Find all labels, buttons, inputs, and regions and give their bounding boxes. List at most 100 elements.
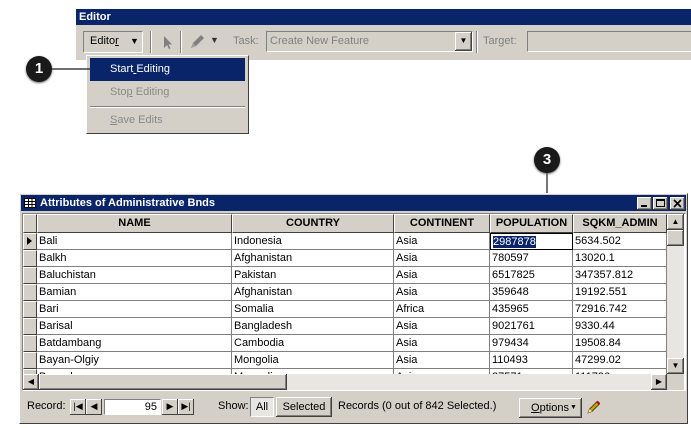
options-button[interactable]: Options ▼ bbox=[519, 398, 582, 418]
row-selector[interactable] bbox=[23, 352, 37, 369]
cell-sqkm-admin[interactable]: 47299.02 bbox=[573, 352, 667, 369]
cell-continent[interactable]: Asia bbox=[394, 318, 490, 335]
next-record-button[interactable]: ▶ bbox=[162, 399, 178, 415]
maximize-button[interactable] bbox=[653, 197, 668, 210]
cell-country[interactable]: Indonesia bbox=[232, 233, 394, 250]
record-number-field[interactable]: 95 bbox=[104, 399, 161, 415]
scroll-thumb-horizontal[interactable] bbox=[39, 374, 287, 390]
scroll-left-button[interactable]: ◀ bbox=[23, 374, 39, 390]
column-header-country[interactable]: COUNTRY bbox=[232, 214, 394, 233]
scroll-thumb-vertical[interactable] bbox=[667, 230, 684, 246]
column-header-sqkm-admin[interactable]: SQKM_ADMIN bbox=[573, 214, 667, 233]
cell-name[interactable]: Bali bbox=[37, 233, 232, 250]
table-row[interactable]: Barisal Bangladesh Asia 9021761 9330.44 bbox=[23, 318, 667, 335]
table-body: Bali Indonesia Asia 2987878 5634.502 Balkh Afg… bbox=[23, 233, 667, 374]
row-selector[interactable] bbox=[23, 233, 37, 250]
table-row[interactable]: Bayan-Olgiy Mongolia Asia 110493 47299.02 bbox=[23, 352, 667, 369]
cell-country[interactable]: Afghanistan bbox=[232, 284, 394, 301]
row-selector[interactable] bbox=[23, 267, 37, 284]
column-header-population[interactable]: POPULATION bbox=[490, 214, 573, 233]
cell-population[interactable]: 6517825 bbox=[490, 267, 573, 284]
show-selected-label: Selected bbox=[282, 401, 326, 413]
table-row[interactable]: Batdambang Cambodia Asia 979434 19508.84 bbox=[23, 335, 667, 352]
current-row-indicator-icon bbox=[27, 237, 32, 245]
show-all-label: All bbox=[255, 401, 269, 413]
cell-population[interactable]: 359648 bbox=[490, 284, 573, 301]
cell-population[interactable]: 2987878 bbox=[490, 233, 573, 250]
scroll-right-button[interactable]: ▶ bbox=[651, 374, 667, 390]
cell-name[interactable]: Batdambang bbox=[37, 335, 232, 352]
attributes-window-title: Attributes of Administrative Bnds bbox=[40, 197, 215, 209]
record-number-value: 95 bbox=[144, 401, 157, 413]
cell-name[interactable]: Bayan-Olgiy bbox=[37, 352, 232, 369]
attributes-window-title-bar[interactable]: Attributes of Administrative Bnds bbox=[21, 195, 686, 211]
cell-population[interactable]: 110493 bbox=[490, 352, 573, 369]
cell-continent[interactable]: Asia bbox=[394, 335, 490, 352]
header-corner[interactable] bbox=[23, 214, 37, 233]
cell-sqkm-admin[interactable]: 19192.551 bbox=[573, 284, 667, 301]
row-selector[interactable] bbox=[23, 250, 37, 267]
cell-sqkm-admin[interactable]: 5634.502 bbox=[573, 233, 667, 250]
minimize-icon bbox=[641, 205, 647, 207]
cell-country[interactable]: Afghanistan bbox=[232, 250, 394, 267]
row-selector[interactable] bbox=[23, 335, 37, 352]
first-record-button[interactable]: |◀ bbox=[70, 399, 86, 415]
cell-population[interactable]: 9021761 bbox=[490, 318, 573, 335]
options-label: Options bbox=[531, 402, 569, 414]
row-selector[interactable] bbox=[23, 301, 37, 318]
record-navigator: |◀ ◀ 95 ▶ ▶| bbox=[70, 399, 210, 415]
cell-continent[interactable]: Asia bbox=[394, 233, 490, 250]
attribute-grid: NAME COUNTRY CONTINENT POPULATION SQKM_A… bbox=[23, 214, 667, 374]
attributes-footer: Record: |◀ ◀ 95 ▶ ▶| Show: All Selected … bbox=[22, 394, 686, 420]
previous-record-button[interactable]: ◀ bbox=[86, 399, 102, 415]
column-header-continent[interactable]: CONTINENT bbox=[394, 214, 490, 233]
cell-name[interactable]: Balkh bbox=[37, 250, 232, 267]
maximize-icon bbox=[656, 199, 665, 207]
cell-country[interactable]: Pakistan bbox=[232, 267, 394, 284]
cell-continent[interactable]: Asia bbox=[394, 284, 490, 301]
table-row[interactable]: Bamian Afghanistan Asia 359648 19192.551 bbox=[23, 284, 667, 301]
table-header-row: NAME COUNTRY CONTINENT POPULATION SQKM_A… bbox=[23, 214, 667, 233]
row-selector[interactable] bbox=[23, 284, 37, 301]
cell-sqkm-admin[interactable]: 72916.742 bbox=[573, 301, 667, 318]
cell-name[interactable]: Bamian bbox=[37, 284, 232, 301]
scroll-up-button[interactable]: ▲ bbox=[667, 214, 684, 230]
attribute-table: NAME COUNTRY CONTINENT POPULATION SQKM_A… bbox=[22, 213, 686, 391]
show-all-button[interactable]: All bbox=[250, 397, 274, 417]
cell-name[interactable]: Barisal bbox=[37, 318, 232, 335]
cell-country[interactable]: Bangladesh bbox=[232, 318, 394, 335]
cell-name[interactable]: Baluchistan bbox=[37, 267, 232, 284]
cell-sqkm-admin[interactable]: 19508.84 bbox=[573, 335, 667, 352]
cell-continent[interactable]: Asia bbox=[394, 267, 490, 284]
close-button[interactable] bbox=[670, 197, 685, 210]
cell-population[interactable]: 979434 bbox=[490, 335, 573, 352]
show-label: Show: bbox=[218, 400, 249, 412]
table-row[interactable]: Bali Indonesia Asia 2987878 5634.502 bbox=[23, 233, 667, 250]
scroll-down-button[interactable]: ▼ bbox=[667, 358, 684, 374]
table-row[interactable]: Bari Somalia Africa 435965 72916.742 bbox=[23, 301, 667, 318]
vertical-scrollbar[interactable]: ▲ ▼ bbox=[667, 214, 684, 374]
show-selected-button[interactable]: Selected bbox=[276, 397, 332, 417]
table-row[interactable]: Balkh Afghanistan Asia 780597 13020.1 bbox=[23, 250, 667, 267]
cell-continent[interactable]: Asia bbox=[394, 250, 490, 267]
cell-name[interactable]: Bari bbox=[37, 301, 232, 318]
cell-continent[interactable]: Africa bbox=[394, 301, 490, 318]
row-selector[interactable] bbox=[23, 318, 37, 335]
last-record-button[interactable]: ▶| bbox=[178, 399, 194, 415]
close-icon bbox=[673, 199, 682, 208]
attributes-window: Attributes of Administrative Bnds NAME C… bbox=[19, 193, 688, 424]
cell-country[interactable]: Cambodia bbox=[232, 335, 394, 352]
minimize-button[interactable] bbox=[637, 197, 652, 210]
cell-population[interactable]: 435965 bbox=[490, 301, 573, 318]
column-header-name[interactable]: NAME bbox=[37, 214, 232, 233]
selected-cell-text: 2987878 bbox=[493, 236, 536, 248]
cell-sqkm-admin[interactable]: 9330.44 bbox=[573, 318, 667, 335]
cell-sqkm-admin[interactable]: 347357.812 bbox=[573, 267, 667, 284]
cell-sqkm-admin[interactable]: 13020.1 bbox=[573, 250, 667, 267]
cell-continent[interactable]: Asia bbox=[394, 352, 490, 369]
cell-country[interactable]: Mongolia bbox=[232, 352, 394, 369]
cell-country[interactable]: Somalia bbox=[232, 301, 394, 318]
cell-population[interactable]: 780597 bbox=[490, 250, 573, 267]
table-row[interactable]: Baluchistan Pakistan Asia 6517825 347357.812 bbox=[23, 267, 667, 284]
horizontal-scrollbar[interactable]: ◀ ▶ bbox=[23, 374, 667, 390]
